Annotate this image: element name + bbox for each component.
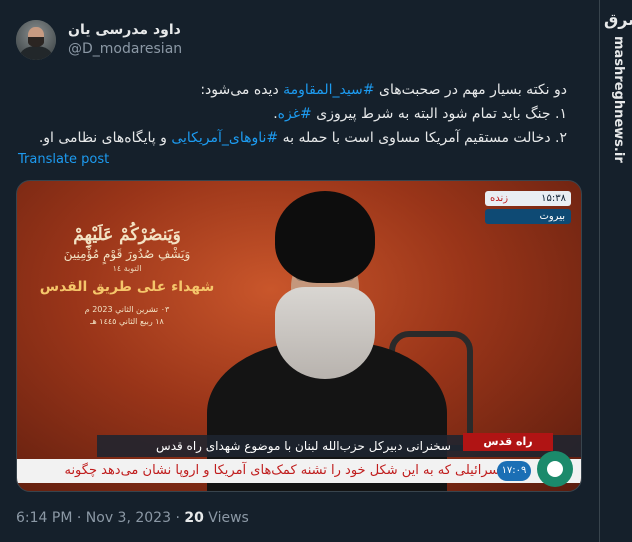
program-badge: راه قدس [463, 433, 553, 451]
live-label: زنده [490, 193, 509, 204]
news-ticker: اسرائیلی که به این شکل خود را تشنه کمک‌ه… [17, 451, 581, 487]
tweet-line-3: ۲. دخالت مستقیم آمریکا مساوی است با حمله… [38, 130, 567, 146]
hashtag-link[interactable]: #غزه [278, 106, 312, 122]
ticker-clock: ۱۷:۰۹ [497, 461, 531, 481]
location-label: بیروت [485, 209, 571, 224]
translate-link[interactable]: Translate post [18, 152, 109, 167]
poster-reference: التوبة ١٤ [112, 264, 142, 273]
watermark-strip: مشرق mashreghnews.ir [600, 0, 632, 542]
tweet-text: دو نکته بسیار مهم در صحبت‌های #سید_المقا… [7, 78, 567, 150]
mashregh-logo: مشرق [604, 10, 632, 29]
tweet-media[interactable]: وَيَنصُرْكُمْ عَلَيْهِمْ وَيَشْفِ صُدُور… [16, 180, 582, 492]
hashtag-link[interactable]: #سید_المقاومة [283, 82, 374, 98]
views-label[interactable]: Views [208, 510, 249, 526]
ticker-text: اسرائیلی که به این شکل خود را تشنه کمک‌ه… [64, 463, 503, 478]
tweet-line-2: ۱. جنگ باید تمام شود البته به شرط پیروزی… [273, 106, 567, 122]
time-box: ۱۵:۳۸ زنده [485, 191, 571, 206]
broadcast-time: ۱۵:۳۸ [541, 193, 566, 204]
poster-hijri-date: ١٨ ربيع الثاني ١٤٤٥ هـ [90, 317, 164, 326]
poster-verse-2: وَيَشْفِ صُدُورَ قَوْمٍ مُؤْمِنِينَ [63, 247, 191, 261]
tweet-card: داود مدرسی یان @D_modaresian دو نکته بسی… [0, 0, 600, 542]
poster-date: ٠٣ تشرين الثاني 2023 م [84, 305, 170, 314]
tweet-line-1: دو نکته بسیار مهم در صحبت‌های #سید_المقا… [200, 82, 567, 98]
user-handle[interactable]: @D_modaresian [68, 41, 182, 57]
hashtag-link[interactable]: #ناوهای_آمریکایی [171, 130, 278, 146]
display-name[interactable]: داود مدرسی یان [68, 22, 181, 38]
user-avatar[interactable] [16, 20, 56, 60]
post-time[interactable]: 6:14 PM [16, 510, 72, 526]
watermark-text: mashreghnews.ir [611, 36, 626, 163]
views-count[interactable]: 20 [184, 510, 203, 526]
backdrop-poster: وَيَنصُرْكُمْ عَلَيْهِمْ وَيَشْفِ صُدُور… [37, 225, 217, 326]
poster-verse: وَيَنصُرْكُمْ عَلَيْهِمْ [73, 225, 181, 245]
channel-info: ۱۵:۳۸ زنده بیروت [485, 191, 571, 224]
poster-title: شهداء على طريق القدس [39, 279, 215, 295]
channel-logo-icon [537, 451, 573, 487]
post-date[interactable]: Nov 3, 2023 [86, 510, 171, 526]
tweet-meta: 6:14 PM · Nov 3, 2023 · 20 Views [16, 510, 249, 526]
